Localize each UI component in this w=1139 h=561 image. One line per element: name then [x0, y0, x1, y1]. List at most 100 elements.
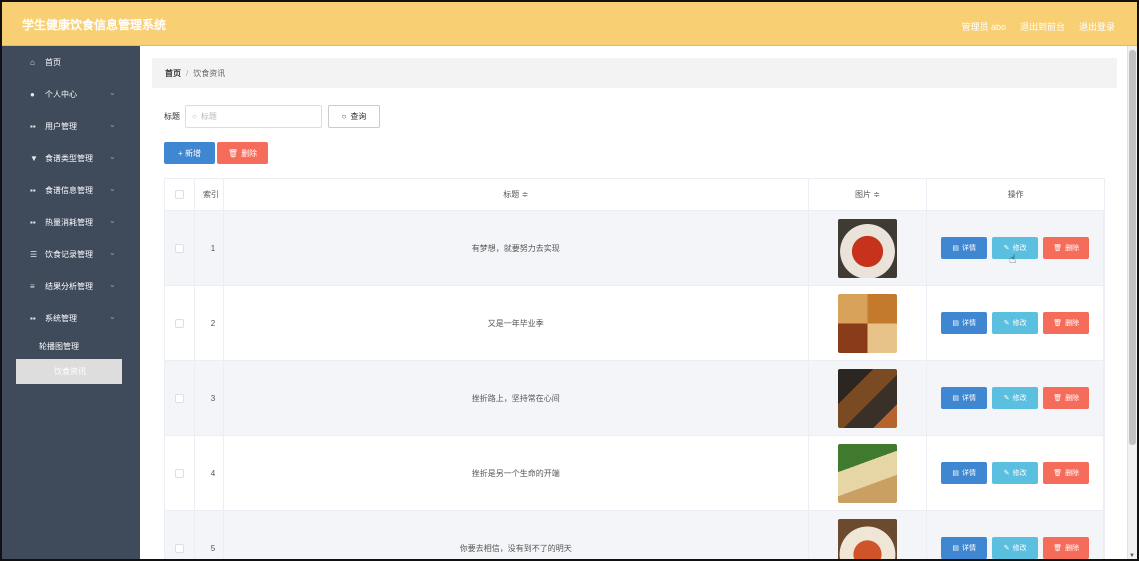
row-title: 挫折路上，坚持常在心间 [224, 361, 809, 435]
scroll-down-arrow-icon[interactable]: ▼ [1129, 553, 1135, 559]
row-checkbox[interactable] [174, 468, 184, 478]
filter-icon: ▼ [30, 153, 38, 163]
trash-icon: 🗑 [1053, 320, 1063, 327]
remove-button[interactable]: 🗑 删除 [1043, 537, 1090, 559]
column-header-image[interactable]: 图片 ≑ [809, 179, 928, 210]
sidebar-subitem-diet-news[interactable]: 饮食资讯 [16, 359, 122, 384]
logout-link[interactable]: 退出登录 [1079, 20, 1115, 33]
document-icon: ▤ [952, 320, 959, 327]
select-all-checkbox[interactable] [174, 190, 184, 199]
row-select-cell [165, 511, 195, 559]
sidebar-item-label: 食谱信息管理 [45, 185, 93, 195]
list-icon: ≡ [30, 281, 35, 291]
food-thumbnail [838, 443, 897, 503]
sidebar-item-recipe-types[interactable]: ▼ 食谱类型管理 ⌄ [2, 142, 140, 174]
row-image-cell [809, 211, 928, 285]
table-row: 2 又是一年毕业季 ▤ 详情 ✎ 修改 🗑 删除 [164, 286, 1105, 361]
breadcrumb-separator: / [186, 68, 189, 78]
pointer-cursor-icon: ☝ [1009, 252, 1017, 266]
vertical-scrollbar[interactable]: ▼ [1127, 46, 1137, 559]
table-row: 1 有梦想，就要努力去实现 ▤ 详情 ✎ 修改 🗑 删除 [164, 211, 1105, 286]
remove-button[interactable]: 🗑 删除 [1043, 237, 1090, 259]
detail-button[interactable]: ▤ 详情 [941, 462, 988, 484]
breadcrumb: 首页 / 饮食资讯 [152, 58, 1117, 88]
search-icon: ○ [192, 112, 197, 121]
chevron-down-icon: ⌄ [109, 216, 116, 225]
search-label: 标题 [164, 112, 180, 121]
chevron-down-icon: ⌄ [109, 152, 116, 161]
detail-button[interactable]: ▤ 详情 [941, 387, 988, 409]
add-button[interactable]: + 新增 [164, 142, 215, 164]
sidebar-item-label: 热量消耗管理 [45, 217, 93, 227]
sidebar-item-analysis[interactable]: ≡ 结果分析管理 ⌄ [2, 270, 140, 302]
sidebar-item-system[interactable]: ▪▪ 系统管理 ⌄ [2, 302, 140, 334]
chevron-down-icon: ⌄ [109, 312, 116, 321]
row-checkbox[interactable] [174, 393, 184, 403]
row-image-cell [809, 511, 928, 559]
sidebar-item-label: 饮食记录管理 [45, 249, 93, 259]
sidebar-item-diet-records[interactable]: ☰ 饮食记录管理 ⌄ [2, 238, 140, 270]
edit-button[interactable]: ✎ 修改 [992, 387, 1039, 409]
table-row: 4 挫折是另一个生命的开端 ▤ 详情 ✎ 修改 🗑 删除 [164, 436, 1105, 511]
delete-button-label: 删除 [241, 148, 258, 158]
breadcrumb-current: 饮食资讯 [193, 68, 226, 78]
delete-button[interactable]: 🗑 删除 [217, 142, 268, 164]
query-button[interactable]: ○ 查询 [328, 105, 380, 128]
pencil-icon: ✎ [1003, 245, 1010, 252]
breadcrumb-home[interactable]: 首页 [165, 68, 181, 79]
row-actions: ▤ 详情 ✎ 修改 🗑 删除 [927, 286, 1104, 360]
remove-button[interactable]: 🗑 删除 [1043, 462, 1090, 484]
row-image-cell [809, 436, 928, 510]
detail-button[interactable]: ▤ 详情 [941, 312, 988, 334]
pencil-icon: ✎ [1003, 545, 1010, 552]
row-title: 有梦想，就要努力去实现 [224, 211, 809, 285]
row-actions: ▤ 详情 ✎ 修改 🗑 删除 [927, 511, 1104, 559]
row-select-cell [165, 361, 195, 435]
grid-icon: ▪▪ [30, 313, 36, 323]
document-icon: ▤ [952, 470, 959, 477]
detail-button[interactable]: ▤ 详情 [941, 237, 988, 259]
sidebar-subitem-carousel[interactable]: 轮播图管理 [2, 334, 140, 359]
chevron-down-icon: ⌄ [109, 280, 116, 289]
row-actions: ▤ 详情 ✎ 修改 🗑 删除 [927, 211, 1104, 285]
edit-button[interactable]: ✎ 修改 [992, 312, 1039, 334]
row-title: 又是一年毕业季 [224, 286, 809, 360]
sidebar-item-label: 食谱类型管理 [45, 153, 93, 163]
query-button-label: 查询 [350, 112, 367, 121]
sidebar-item-calories[interactable]: ▪▪ 热量消耗管理 ⌄ [2, 206, 140, 238]
detail-button[interactable]: ▤ 详情 [941, 537, 988, 559]
row-select-cell [165, 436, 195, 510]
search-icon: ○ [341, 112, 347, 121]
row-checkbox[interactable] [174, 543, 184, 553]
food-thumbnail [838, 293, 897, 353]
edit-button[interactable]: ✎ 修改 [992, 537, 1039, 559]
edit-button[interactable]: ✎ 修改 [992, 462, 1039, 484]
search-input[interactable]: ○ 标题 [185, 105, 322, 128]
row-index: 5 [195, 511, 224, 559]
pencil-icon: ✎ [1003, 320, 1010, 327]
sidebar-item-label: 系统管理 [45, 313, 77, 323]
remove-button[interactable]: 🗑 删除 [1043, 387, 1090, 409]
sidebar-item-recipes[interactable]: ▪▪ 食谱信息管理 ⌄ [2, 174, 140, 206]
trash-icon: 🗑 [1053, 395, 1063, 402]
sidebar-item-profile[interactable]: ● 个人中心 ⌄ [2, 78, 140, 110]
row-checkbox[interactable] [174, 243, 184, 253]
sidebar-item-home[interactable]: ⌂ 首页 [2, 46, 140, 78]
row-checkbox[interactable] [174, 318, 184, 328]
scrollbar-thumb[interactable] [1129, 50, 1136, 445]
document-icon: ▤ [952, 545, 959, 552]
chevron-down-icon: ⌄ [109, 248, 116, 257]
row-index: 3 [195, 361, 224, 435]
remove-button[interactable]: 🗑 删除 [1043, 312, 1090, 334]
main-content: 首页 / 饮食资讯 标题 ○ 标题 ○ 查询 + 新增 🗑 删除 索引 标题 ≑… [140, 46, 1129, 559]
column-header-index: 索引 [195, 179, 224, 210]
frontend-link[interactable]: 退出到前台 [1020, 20, 1065, 33]
food-thumbnail [838, 218, 897, 278]
column-header-title[interactable]: 标题 ≑ [224, 179, 809, 210]
search-placeholder: 标题 [200, 112, 217, 121]
document-icon: ▤ [952, 245, 959, 252]
sidebar-item-users[interactable]: ▪▪ 用户管理 ⌄ [2, 110, 140, 142]
sliders-icon: ☰ [30, 249, 38, 259]
chevron-down-icon: ⌄ [109, 184, 116, 193]
grid-icon: ▪▪ [30, 217, 36, 227]
